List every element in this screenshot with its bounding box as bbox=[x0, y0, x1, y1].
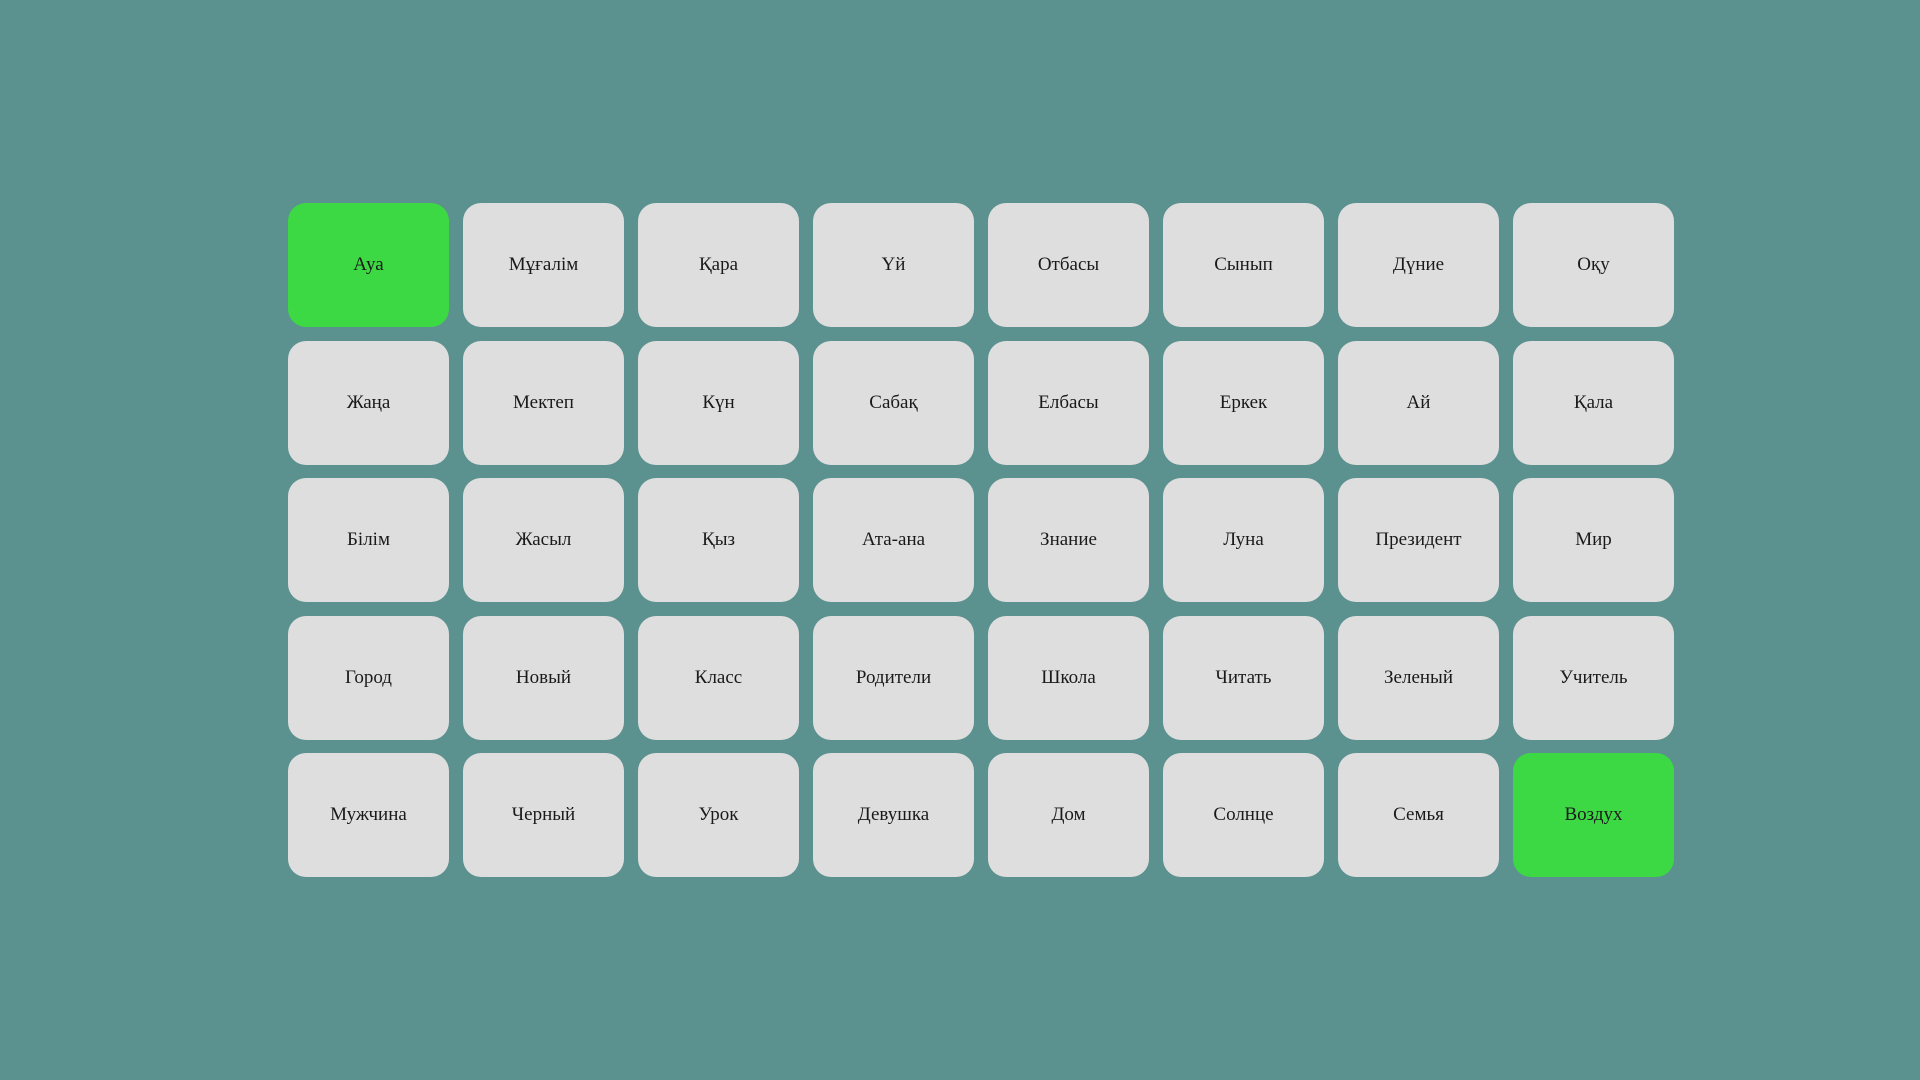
word-tile[interactable]: Черный bbox=[463, 753, 624, 877]
word-tile-label: Жаңа bbox=[346, 391, 391, 413]
word-tile[interactable]: Школа bbox=[988, 615, 1149, 740]
word-tile-label: Мұғалім bbox=[508, 254, 579, 275]
word-tile[interactable]: Солнце bbox=[1163, 753, 1324, 877]
word-tile[interactable]: Қыз bbox=[638, 478, 799, 602]
word-tile-label: Еркек bbox=[1219, 391, 1268, 413]
word-tile-label: Сабақ bbox=[869, 391, 918, 413]
word-tile-label: Отбасы bbox=[1037, 254, 1100, 275]
word-tile[interactable]: Жаңа bbox=[288, 340, 449, 465]
word-tile-label: Елбасы bbox=[1038, 391, 1099, 413]
word-tile-label: Президент bbox=[1375, 529, 1462, 550]
word-tile-label: Семья bbox=[1393, 804, 1444, 825]
word-tile-label: Солнце bbox=[1213, 804, 1274, 825]
word-tile[interactable]: Сабақ bbox=[813, 340, 974, 465]
word-tile[interactable]: Қала bbox=[1513, 340, 1674, 465]
word-tile[interactable]: Үй bbox=[813, 203, 974, 327]
word-tile[interactable]: Урок bbox=[638, 753, 799, 877]
word-tile[interactable]: Город bbox=[288, 615, 449, 740]
word-tile[interactable]: Оқу bbox=[1513, 203, 1674, 327]
word-tile-label: Школа bbox=[1041, 666, 1096, 688]
word-tile[interactable]: Мужчина bbox=[288, 753, 449, 877]
word-tile[interactable]: Зеленый bbox=[1338, 615, 1499, 740]
word-tile[interactable]: Елбасы bbox=[988, 340, 1149, 465]
word-tile[interactable]: Дом bbox=[988, 753, 1149, 877]
word-tile-label: Күн bbox=[702, 391, 735, 413]
word-tile[interactable]: Мектеп bbox=[463, 340, 624, 465]
word-tile-matched[interactable]: Ауа bbox=[288, 203, 449, 327]
word-tile[interactable]: Семья bbox=[1338, 753, 1499, 877]
word-tile-label: Қыз bbox=[702, 529, 735, 550]
word-tile-label: Воздух bbox=[1564, 804, 1623, 825]
word-tile[interactable]: Дүние bbox=[1338, 203, 1499, 327]
word-tile-label: Қала bbox=[1573, 391, 1614, 413]
word-tile-label: Черный bbox=[511, 804, 576, 825]
word-tile[interactable]: Родители bbox=[813, 615, 974, 740]
word-tile-label: Ай bbox=[1406, 391, 1431, 413]
word-tile-label: Читать bbox=[1215, 666, 1272, 688]
word-tile-label: Урок bbox=[698, 804, 739, 825]
word-tile[interactable]: Білім bbox=[288, 478, 449, 602]
word-tile-label: Мектеп bbox=[513, 391, 574, 413]
word-tile[interactable]: Мир bbox=[1513, 478, 1674, 602]
word-tile-label: Мужчина bbox=[330, 804, 407, 825]
word-tile-label: Луна bbox=[1223, 529, 1264, 550]
word-tile[interactable]: Читать bbox=[1163, 615, 1324, 740]
word-tile[interactable]: Отбасы bbox=[988, 203, 1149, 327]
word-tile[interactable]: Учитель bbox=[1513, 615, 1674, 740]
word-tile-label: Сынып bbox=[1214, 254, 1273, 275]
word-tile[interactable]: Ата-ана bbox=[813, 478, 974, 602]
word-tile-label: Родители bbox=[855, 666, 932, 688]
word-tile[interactable]: Қара bbox=[638, 203, 799, 327]
word-tile-label: Қара bbox=[698, 254, 739, 275]
word-tile[interactable]: Девушка bbox=[813, 753, 974, 877]
word-tile-label: Девушка bbox=[857, 804, 930, 825]
word-tile-label: Оқу bbox=[1577, 254, 1610, 275]
word-tile[interactable]: Луна bbox=[1163, 478, 1324, 602]
word-match-board: Ауа Мұғалім Қара Үй Отбасы Сынып Дүние Оқу Жаңа М… bbox=[288, 203, 1674, 877]
word-tile-label: Знание bbox=[1040, 529, 1097, 550]
word-tile[interactable]: Класс bbox=[638, 615, 799, 740]
word-tile-label: Мир bbox=[1575, 529, 1612, 550]
word-tile[interactable]: Сынып bbox=[1163, 203, 1324, 327]
word-tile-label: Ауа bbox=[353, 254, 384, 275]
word-tile[interactable]: Күн bbox=[638, 340, 799, 465]
word-tile-label: Дүние bbox=[1392, 254, 1445, 275]
word-tile-label: Город bbox=[345, 666, 392, 688]
word-tile[interactable]: Новый bbox=[463, 615, 624, 740]
word-tile-label: Білім bbox=[347, 529, 390, 550]
word-tile-label: Дом bbox=[1051, 804, 1086, 825]
word-tile[interactable]: Знание bbox=[988, 478, 1149, 602]
word-tile-label: Класс bbox=[694, 666, 743, 688]
word-tile-label: Үй bbox=[881, 254, 906, 275]
word-tile-label: Учитель bbox=[1559, 666, 1628, 688]
word-tile[interactable]: Мұғалім bbox=[463, 203, 624, 327]
word-tile-label: Ата-ана bbox=[861, 529, 926, 550]
word-tile[interactable]: Жасыл bbox=[463, 478, 624, 602]
word-tile[interactable]: Президент bbox=[1338, 478, 1499, 602]
word-tile-label: Новый bbox=[515, 666, 572, 688]
word-tile[interactable]: Еркек bbox=[1163, 340, 1324, 465]
word-tile-label: Жасыл bbox=[515, 529, 572, 550]
word-tile-label: Зеленый bbox=[1384, 666, 1453, 688]
word-tile[interactable]: Ай bbox=[1338, 340, 1499, 465]
word-tile-matched[interactable]: Воздух bbox=[1513, 753, 1674, 877]
